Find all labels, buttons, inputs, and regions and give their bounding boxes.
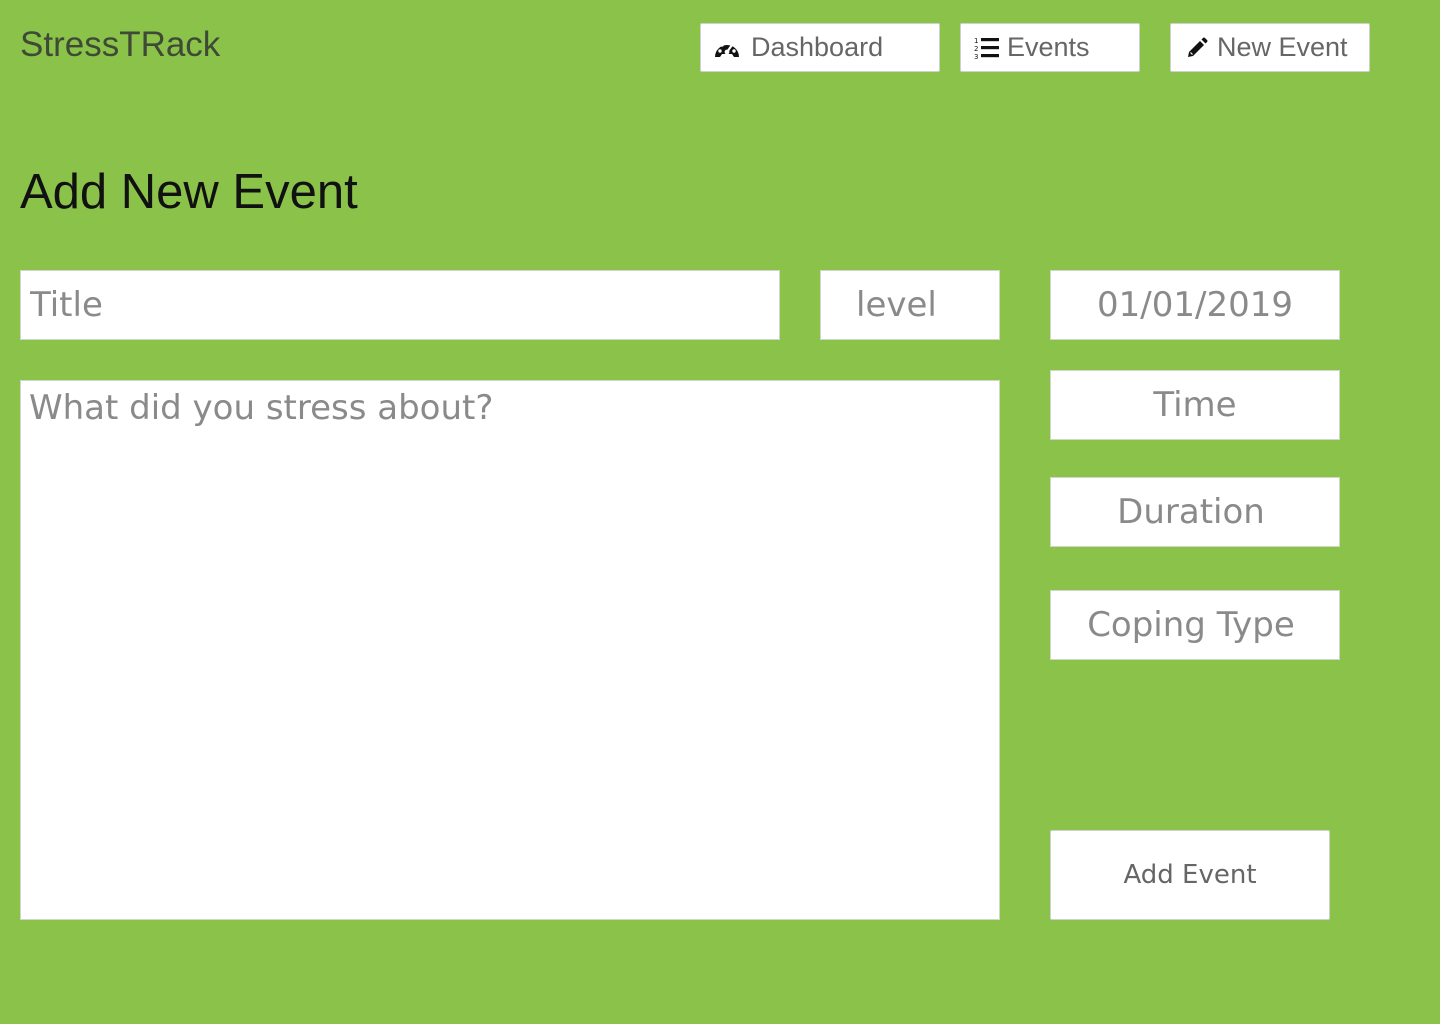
nav-dashboard-button[interactable]: Dashboard	[700, 23, 940, 72]
dashboard-gauge-icon	[713, 34, 741, 62]
duration-input[interactable]	[1050, 477, 1340, 547]
pencil-icon	[1183, 34, 1211, 62]
add-event-button[interactable]: Add Event	[1050, 830, 1330, 920]
app-brand: StressTRack	[20, 25, 221, 64]
stress-description-textarea[interactable]	[20, 380, 1000, 920]
nav-events-button[interactable]: 1 2 3 Events	[960, 23, 1140, 72]
svg-text:3: 3	[974, 53, 978, 60]
svg-text:1: 1	[974, 37, 978, 45]
title-input[interactable]	[20, 270, 780, 340]
time-input[interactable]	[1050, 370, 1340, 440]
ordered-list-icon: 1 2 3	[973, 34, 1001, 62]
nav-new-event-button[interactable]: New Event	[1170, 23, 1370, 72]
coping-type-input[interactable]	[1050, 590, 1340, 660]
date-input[interactable]	[1050, 270, 1340, 340]
nav-dashboard-label: Dashboard	[751, 32, 884, 62]
page-title: Add New Event	[20, 165, 358, 219]
svg-text:2: 2	[974, 45, 978, 53]
nav-events-label: Events	[1007, 32, 1090, 62]
level-input[interactable]	[820, 270, 1000, 340]
nav-new-event-label: New Event	[1217, 32, 1348, 62]
